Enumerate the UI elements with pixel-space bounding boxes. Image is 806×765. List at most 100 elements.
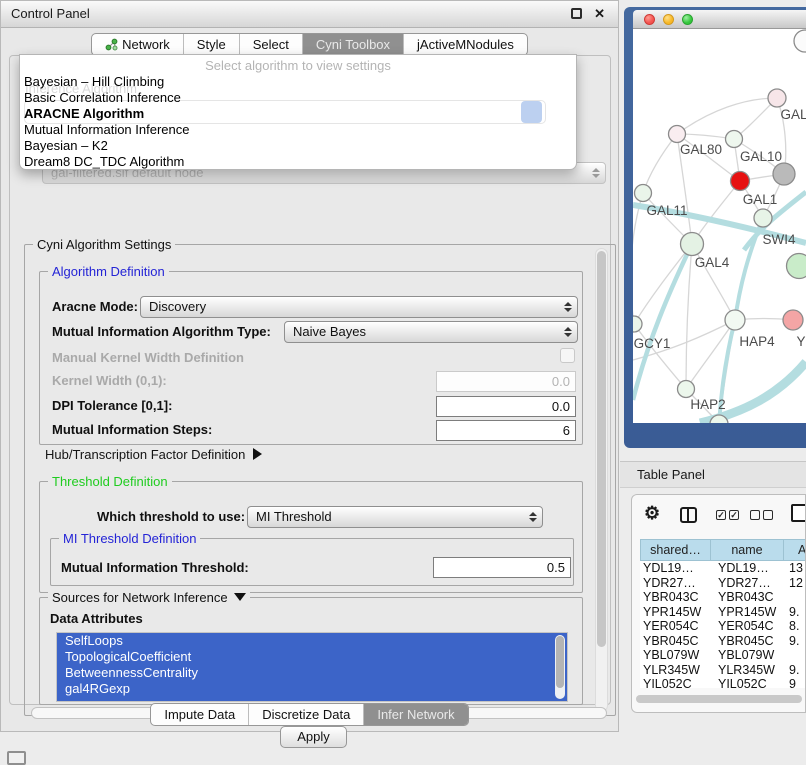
zoom-traffic-light[interactable] — [682, 14, 693, 25]
network-node-y[interactable] — [783, 310, 803, 330]
table-row[interactable]: YER054CYER054C8. — [640, 619, 806, 634]
network-node[interactable] — [787, 254, 806, 279]
node-label-gal10: GAL10 — [740, 149, 782, 164]
table-cell: YBR045C — [640, 634, 711, 649]
node-label-gal80: GAL80 — [680, 142, 722, 157]
data-attributes-list[interactable]: SelfLoopsTopologicalCoefficientBetweenne… — [56, 632, 568, 702]
table-row[interactable]: YDL19…YDL19…13 — [640, 561, 806, 576]
dpi-tolerance-input[interactable]: 0.0 — [436, 396, 576, 417]
column-header-a[interactable]: A — [784, 539, 806, 561]
tab-jactivemnodules[interactable]: jActiveMNodules — [403, 34, 527, 55]
node-label-gal4: GAL4 — [695, 255, 730, 270]
which-threshold-combo[interactable]: MI Threshold — [247, 506, 543, 528]
tab-select[interactable]: Select — [239, 34, 302, 55]
apply-button[interactable]: Apply — [280, 726, 347, 748]
mi-threshold-definition-title: MI Threshold Definition — [59, 531, 200, 546]
document-icon[interactable] — [791, 504, 806, 522]
sources-title[interactable]: Sources for Network Inference — [48, 590, 250, 605]
mi-type-combo[interactable]: Naive Bayes — [284, 321, 578, 343]
tab-impute-data[interactable]: Impute Data — [151, 704, 248, 725]
settings-vertical-scrollbar[interactable] — [595, 248, 608, 712]
unchecked-checkbox-icon[interactable] — [763, 510, 773, 520]
table-row[interactable]: YBL079WYBL079W — [640, 648, 806, 663]
hub-definition-toggle[interactable]: Hub/Transcription Factor Definition — [45, 447, 262, 462]
table-row[interactable]: YBR045CYBR045C9. — [640, 634, 806, 649]
network-node-gcy1[interactable] — [633, 316, 642, 332]
network-node-gal11[interactable] — [635, 185, 652, 202]
algorithm-option-mutual-information-inference[interactable]: Mutual Information Inference — [20, 122, 576, 138]
attribute-item-topologicalcoefficient[interactable]: TopologicalCoefficient — [57, 649, 567, 665]
close-icon[interactable]: ✕ — [594, 1, 605, 27]
algorithm-option-aracne-algorithm[interactable]: ARACNE Algorithm — [20, 106, 576, 122]
network-node[interactable] — [773, 163, 795, 185]
network-icon — [105, 38, 118, 51]
table-horizontal-scrollbar[interactable] — [636, 695, 802, 703]
kernel-width-input[interactable]: 0.0 — [436, 371, 576, 392]
tab-infer-network[interactable]: Infer Network — [363, 704, 467, 725]
algorithm-option-basic-correlation-inference[interactable]: Basic Correlation Inference — [20, 90, 576, 106]
attribute-item-gal4rgexp[interactable]: gal4RGexp — [57, 681, 567, 697]
which-threshold-value: MI Threshold — [256, 509, 332, 524]
table-row[interactable]: YLR345WYLR345W9. — [640, 663, 806, 678]
tab-discretize-data[interactable]: Discretize Data — [248, 704, 363, 725]
tab-style[interactable]: Style — [183, 34, 239, 55]
manual-kernel-checkbox[interactable] — [560, 348, 575, 363]
node-label-gal1: GAL1 — [743, 192, 778, 207]
aracne-mode-combo[interactable]: Discovery — [140, 296, 578, 318]
list-scrollbar[interactable] — [555, 635, 565, 699]
table-cell: YER054C — [640, 619, 711, 634]
algorithm-option-bayesian-hill-climbing[interactable]: Bayesian – Hill Climbing — [20, 74, 576, 90]
table-row[interactable]: YIL052CYIL052C9 — [640, 677, 806, 688]
list-scrollbar-thumb[interactable] — [556, 636, 564, 688]
tab-network[interactable]: Network — [92, 34, 183, 55]
network-canvas[interactable]: GALGAL80GAL10GAL1GAL11SWI4GAL4GCY1HAP4YH… — [633, 29, 806, 423]
checked-checkbox-icon[interactable]: ✓ — [729, 510, 739, 520]
gear-icon[interactable]: ⚙ — [644, 503, 660, 524]
checked-checkbox-icon[interactable]: ✓ — [716, 510, 726, 520]
node-label-gal: GAL — [780, 107, 806, 122]
mi-type-label: Mutual Information Algorithm Type: — [52, 324, 271, 339]
float-window-icon[interactable] — [571, 8, 582, 19]
algorithm-option-bayesian-k2[interactable]: Bayesian – K2 — [20, 138, 576, 154]
unchecked-checkbox-icon[interactable] — [750, 510, 760, 520]
settings-vertical-thumb[interactable] — [597, 251, 606, 647]
columns-icon[interactable] — [680, 507, 697, 523]
table-cell — [784, 648, 806, 663]
network-view-window: GALGAL80GAL10GAL1GAL11SWI4GAL4GCY1HAP4YH… — [633, 10, 806, 423]
mi-steps-input[interactable]: 6 — [436, 420, 576, 441]
network-node[interactable] — [794, 30, 806, 52]
node-attribute-table[interactable]: shared…nameA YDL19…YDL19…13YDR27…YDR27…1… — [640, 539, 806, 688]
table-cell: YIL052C — [711, 677, 784, 688]
tab-cyni-toolbox[interactable]: Cyni Toolbox — [302, 34, 403, 55]
sources-title-text: Sources for Network Inference — [52, 590, 228, 605]
algorithm-option-dream8-dc-tdc-algorithm[interactable]: Dream8 DC_TDC Algorithm — [20, 154, 576, 170]
network-node-hap2[interactable] — [678, 381, 695, 398]
table-cell: 12 — [784, 576, 806, 591]
network-node-gal10[interactable] — [726, 131, 743, 148]
network-node-gal80[interactable] — [669, 126, 686, 143]
table-row[interactable]: YPR145WYPR145W9. — [640, 605, 806, 620]
network-node-gal[interactable] — [768, 89, 786, 107]
network-node-hap4[interactable] — [725, 310, 745, 330]
table-cell: YBR043C — [711, 590, 784, 605]
table-row[interactable]: YDR27…YDR27…12 — [640, 576, 806, 591]
column-header-name[interactable]: name — [711, 539, 784, 561]
table-cell: YBL079W — [640, 648, 711, 663]
table-row[interactable]: YBR043CYBR043C — [640, 590, 806, 605]
network-node-gal1[interactable] — [731, 172, 750, 191]
dropdown-prompt: Select algorithm to view settings — [20, 58, 576, 74]
attribute-item-betweennesscentrality[interactable]: BetweennessCentrality — [57, 665, 567, 681]
close-traffic-light[interactable] — [644, 14, 655, 25]
attribute-item-selfloops[interactable]: SelfLoops — [57, 633, 567, 649]
minimize-traffic-light[interactable] — [663, 14, 674, 25]
table-cell: YBR045C — [711, 634, 784, 649]
table-cell: 13 — [784, 561, 806, 576]
floating-panel-icon[interactable] — [7, 751, 26, 765]
sources-group: Sources for Network Inference Data Attri… — [39, 597, 583, 705]
mi-threshold-input[interactable]: 0.5 — [433, 557, 571, 578]
network-window-titlebar[interactable] — [633, 10, 806, 29]
network-node-swi4[interactable] — [754, 209, 772, 227]
network-node-gal4[interactable] — [681, 233, 704, 256]
column-header-shared[interactable]: shared… — [640, 539, 711, 561]
table-cell: YER054C — [711, 619, 784, 634]
